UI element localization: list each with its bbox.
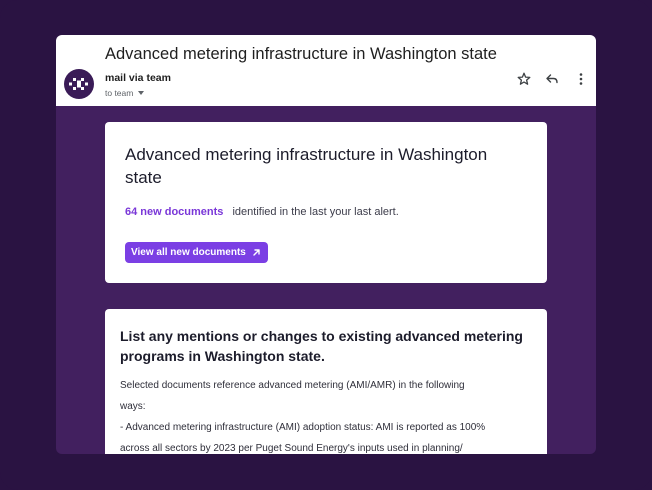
summary-body: Selected documents reference advanced me… [120,375,540,454]
view-all-documents-button[interactable]: View all new documents [125,242,268,263]
alert-card: Advanced metering infrastructure in Wash… [105,122,547,283]
reply-icon[interactable] [544,71,560,87]
sender-avatar[interactable] [64,69,94,99]
email-header: Advanced metering infrastructure in Wash… [56,35,596,106]
email-window: Advanced metering infrastructure in Wash… [56,35,596,454]
summary-line: Selected documents reference advanced me… [120,380,465,391]
alert-summary-text: identified in the last your last alert. [232,206,399,218]
app-frame: Advanced metering infrastructure in Wash… [0,0,652,490]
chevron-down-icon[interactable] [138,91,145,95]
summary-question: List any mentions or changes to existing… [120,328,523,364]
summary-card: List any mentions or changes to existing… [105,309,547,454]
summary-line: across all sectors by 2023 per Puget Sou… [120,443,463,454]
recipient-details[interactable]: to team [105,88,145,98]
star-icon[interactable] [516,71,532,87]
alert-title: Advanced metering infrastructure in Wash… [125,145,488,187]
sender-name: mail via team [105,72,171,84]
summary-line: ways: [120,401,146,412]
view-all-documents-label: View all new documents [131,247,246,258]
new-documents-link[interactable]: 64 new documents [125,206,223,218]
summary-line: - Advanced metering infrastructure (AMI)… [120,422,486,433]
logo-icon [69,78,88,90]
alert-summary: 64 new documents identified in the last … [125,206,399,218]
email-subject: Advanced metering infrastructure in Wash… [105,45,497,63]
more-vert-icon[interactable] [573,71,589,87]
recipient-label: to team [105,88,134,98]
external-arrow-icon [253,249,260,256]
